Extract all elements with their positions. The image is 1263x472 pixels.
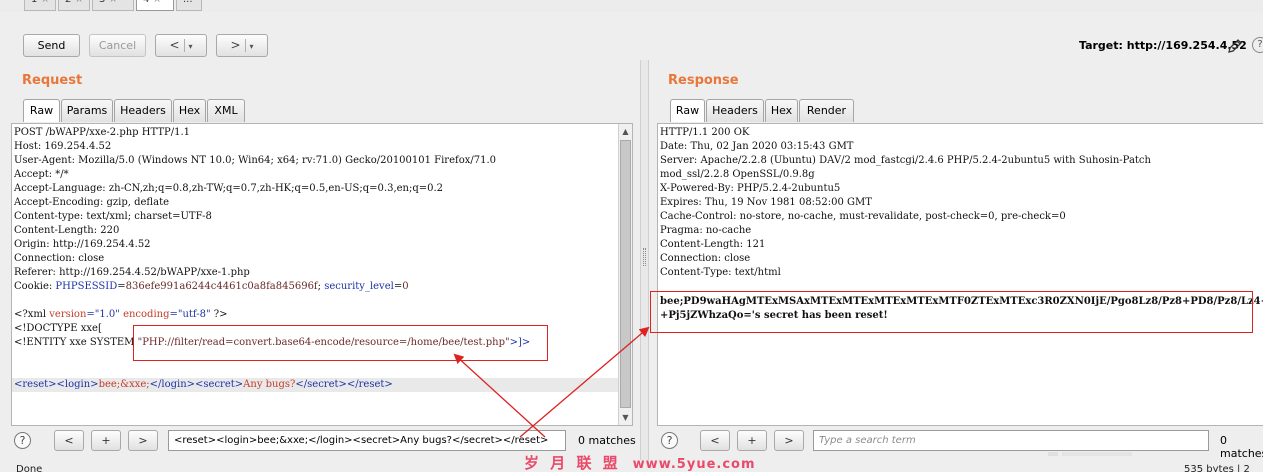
repeater-tab-more[interactable]: ... <box>176 0 202 11</box>
repeater-tab-2[interactable]: 2× <box>58 0 90 11</box>
request-header: Accept: */* <box>14 169 69 180</box>
search-prev-button[interactable]: < <box>54 430 84 451</box>
search-next-button[interactable]: > <box>774 430 804 451</box>
response-header: Server: Apache/2.2.8 (Ubuntu) DAV/2 mod_… <box>660 155 1151 166</box>
close-icon[interactable]: × <box>75 0 83 5</box>
status-line: HTTP/1.1 200 OK <box>660 127 750 138</box>
divider <box>183 39 185 52</box>
search-add-button[interactable]: + <box>737 430 767 451</box>
watermark: 岁 月 联 盟 www.5yue.com <box>524 452 756 472</box>
tab-raw[interactable]: Raw <box>23 99 60 122</box>
repeater-tab-label: 4 <box>143 0 149 5</box>
request-header: Host: 169.254.4.52 <box>14 141 112 152</box>
search-prev-button[interactable]: < <box>700 430 730 451</box>
status-text: Done <box>16 464 43 472</box>
response-editor[interactable]: HTTP/1.1 200 OK Date: Thu, 02 Jan 2020 0… <box>657 123 1263 426</box>
response-header: Pragma: no-cache <box>660 225 752 236</box>
forward-arrow-icon: > <box>230 38 241 52</box>
request-line: POST /bWAPP/xxe-2.php HTTP/1.1 <box>14 127 191 138</box>
tab-headers[interactable]: Headers <box>114 99 172 122</box>
chevron-down-icon[interactable]: ▾ <box>189 42 193 51</box>
request-title: Request <box>22 73 83 88</box>
response-title: Response <box>668 73 739 88</box>
cancel-button[interactable]: Cancel <box>89 34 146 57</box>
repeater-tab-label: 2 <box>65 0 71 5</box>
close-icon[interactable]: × <box>153 0 161 5</box>
response-header: Cache-Control: no-store, no-cache, must-… <box>660 211 1066 222</box>
request-editor[interactable]: POST /bWAPP/xxe-2.php HTTP/1.1 Host: 169… <box>11 123 633 426</box>
response-header: Date: Thu, 02 Jan 2020 03:15:43 GMT <box>660 141 854 152</box>
tab-xml[interactable]: XML <box>207 99 245 122</box>
annotation-box-result <box>650 291 1253 333</box>
help-icon[interactable]: ? <box>661 432 678 449</box>
annotation-box-payload <box>133 325 548 361</box>
search-next-button[interactable]: > <box>128 430 158 451</box>
scroll-down-icon[interactable]: ▼ <box>619 411 632 424</box>
tab-hex[interactable]: Hex <box>765 99 798 122</box>
cookie-header: Cookie: PHPSESSID=836efe991a6244c4461c0a… <box>14 281 409 292</box>
request-search-input[interactable]: <reset><login>bee;&xxe;</login><secret>A… <box>168 430 566 451</box>
repeater-tab-3[interactable]: 3× <box>92 0 134 11</box>
request-header: Accept-Encoding: gzip, deflate <box>14 197 170 208</box>
response-header: Content-Length: 121 <box>660 239 766 250</box>
divider <box>244 39 246 52</box>
request-header: Referer: http://169.254.4.52/bWAPP/xxe-1… <box>14 267 250 278</box>
tab-params[interactable]: Params <box>61 99 113 122</box>
request-header: User-Agent: Mozilla/5.0 (Windows NT 10.0… <box>14 155 497 166</box>
request-match-count: 0 matches <box>578 434 636 447</box>
xml-body-line: <reset><login>bee;&xxe;</login><secret>A… <box>14 379 393 390</box>
request-header: Content-type: text/xml; charset=UTF-8 <box>14 211 212 222</box>
xml-declaration: <?xml version="1.0" encoding="utf-8" ?> <box>14 309 228 320</box>
response-header: X-Powered-By: PHP/5.2.4-2ubuntu5 <box>660 183 841 194</box>
pencil-icon[interactable] <box>1226 37 1244 55</box>
scroll-up-icon[interactable]: ▲ <box>619 125 632 138</box>
repeater-tab-label: 1 <box>31 0 37 5</box>
response-header: Content-Type: text/html <box>660 267 781 278</box>
response-match-count: 0 matches <box>1220 434 1263 460</box>
forward-button[interactable]: > ▾ <box>216 34 268 57</box>
tab-render[interactable]: Render <box>799 99 854 122</box>
watermark-logo <box>1048 452 1132 456</box>
response-header: mod_ssl/2.2.8 OpenSSL/0.9.8g <box>660 169 815 180</box>
close-icon[interactable]: × <box>109 0 117 5</box>
response-size: 535 bytes | 2 millis <box>1184 464 1250 472</box>
request-header: Content-Length: 220 <box>14 225 120 236</box>
repeater-tab-1[interactable]: 1× <box>24 0 56 11</box>
watermark-url: www.5yue.com <box>632 457 756 472</box>
request-header: Origin: http://169.254.4.52 <box>14 239 151 250</box>
help-icon[interactable]: ? <box>14 432 31 449</box>
splitter-grip[interactable] <box>643 248 646 266</box>
send-button[interactable]: Send <box>23 34 80 57</box>
repeater-tab-label: 3 <box>99 0 105 5</box>
search-add-button[interactable]: + <box>91 430 121 451</box>
repeater-tab-strip: 1× 2× 3× 4× ... <box>0 0 1263 12</box>
repeater-tab-label: ... <box>183 0 193 5</box>
response-search-input[interactable]: Type a search term <box>813 430 1209 451</box>
back-arrow-icon: < <box>169 38 180 52</box>
tab-hex[interactable]: Hex <box>173 99 206 122</box>
response-header: Connection: close <box>660 253 751 264</box>
target-label: Target: http://169.254.4.52 <box>1079 39 1247 52</box>
request-header: Accept-Language: zh-CN,zh;q=0.8,zh-TW;q=… <box>14 183 444 194</box>
response-header: Expires: Thu, 19 Nov 1981 08:52:00 GMT <box>660 197 872 208</box>
back-button[interactable]: < ▾ <box>155 34 207 57</box>
request-header: Connection: close <box>14 253 105 264</box>
tab-headers[interactable]: Headers <box>706 99 764 122</box>
repeater-tab-4[interactable]: 4× <box>136 0 174 11</box>
request-scrollbar[interactable]: ▲ ▼ <box>618 124 632 425</box>
pane-splitter[interactable] <box>640 60 649 460</box>
doctype-line: <!DOCTYPE xxe[ <box>14 323 102 334</box>
close-icon[interactable]: × <box>41 0 49 5</box>
help-icon[interactable]: ? <box>1252 37 1263 53</box>
tab-raw[interactable]: Raw <box>670 99 705 122</box>
chevron-down-icon[interactable]: ▾ <box>250 42 254 51</box>
watermark-text: 岁 月 联 盟 <box>524 454 621 472</box>
scroll-thumb[interactable] <box>620 140 631 408</box>
